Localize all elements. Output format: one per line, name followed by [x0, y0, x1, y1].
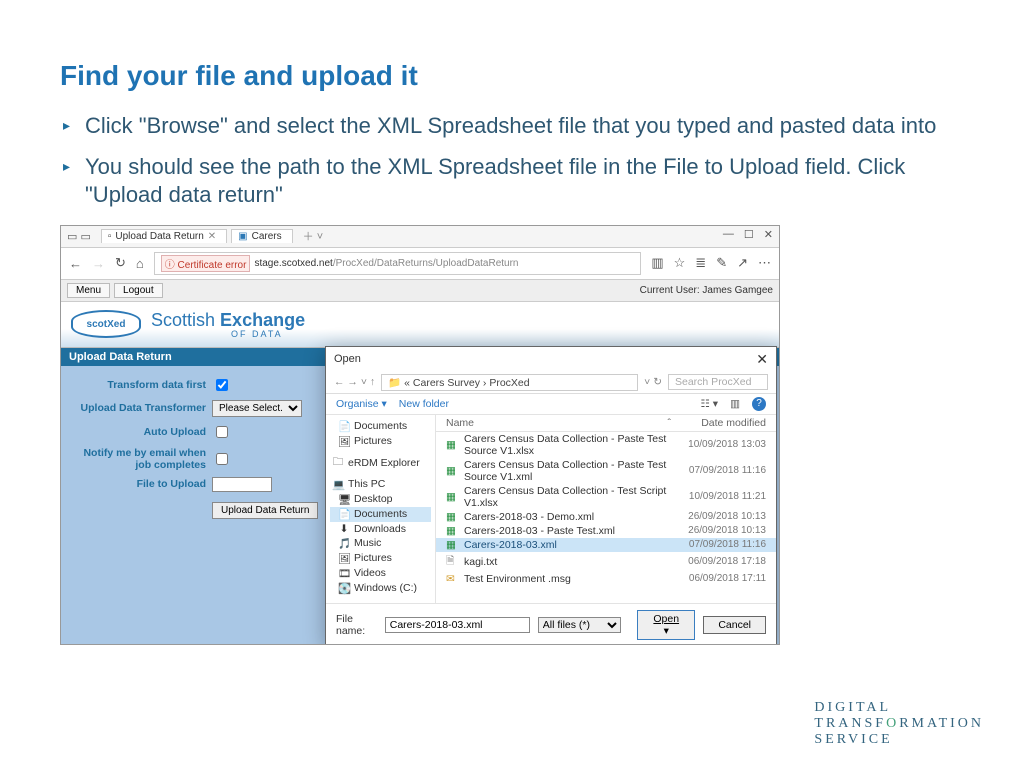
transform-checkbox[interactable]	[216, 379, 228, 391]
tab-favicon-icon: ▫	[108, 231, 112, 242]
view-mode-icon[interactable]: ☷ ▾	[700, 398, 718, 410]
sidebar-item[interactable]: 📄Documents	[330, 419, 431, 434]
file-row[interactable]: ✉Test Environment .msg06/09/2018 17:11	[436, 572, 776, 586]
nav-forward-icon: →	[92, 256, 105, 271]
auto-upload-label: Auto Upload	[71, 426, 206, 438]
page-title: Find your file and upload it	[60, 60, 964, 92]
instruction-item: You should see the path to the XML Sprea…	[85, 153, 964, 210]
browser-tab-bar: ▭ ▭ ▫ Upload Data Return ✕ ▣ Carers ＋ ˅ …	[61, 226, 779, 248]
file-row[interactable]: ▦Carers-2018-03.xml07/09/2018 11:16	[436, 538, 776, 552]
file-open-dialog: Open ✕ ← → ˅ ↑ 📁 « Carers Survey › ProcX…	[325, 346, 777, 645]
sidebar-item[interactable]: 🎵Music	[330, 536, 431, 551]
url-input[interactable]: ⓘ Certificate error stage.scotxed.net/Pr…	[154, 252, 642, 275]
tab-label: Carers	[252, 231, 282, 242]
sidebar-item[interactable]: 💽Windows (C:)	[330, 581, 431, 596]
embedded-screenshot: ▭ ▭ ▫ Upload Data Return ✕ ▣ Carers ＋ ˅ …	[60, 225, 780, 645]
browser-tab[interactable]: ▫ Upload Data Return ✕	[101, 229, 227, 243]
file-row[interactable]: ▦Carers-2018-03 - Demo.xml26/09/2018 10:…	[436, 510, 776, 524]
sidebar-item[interactable]: 💻This PC	[330, 477, 431, 492]
transformer-label: Upload Data Transformer	[71, 402, 206, 414]
window-maximize-icon[interactable]: ☐	[744, 228, 754, 241]
file-name-label: File name:	[336, 613, 377, 637]
logout-button[interactable]: Logout	[114, 283, 163, 298]
window-close-icon[interactable]: ✕	[764, 228, 773, 241]
file-filter-select[interactable]: All files (*)	[538, 617, 621, 633]
transformer-select[interactable]: Please Select...	[212, 400, 302, 417]
nav-back-icon[interactable]: ←	[69, 256, 82, 271]
tab-favicon-icon: ▣	[238, 231, 247, 242]
sidebar-item[interactable]: ⬇Downloads	[330, 522, 431, 536]
brand-title: Scottish Exchange	[151, 310, 305, 330]
file-upload-input[interactable]	[212, 477, 272, 492]
file-row[interactable]: ▦Carers Census Data Collection - Test Sc…	[436, 484, 776, 510]
dialog-back-icon[interactable]: ← → ˅ ↑	[334, 376, 375, 388]
upload-data-return-button[interactable]: Upload Data Return	[212, 502, 318, 519]
notes-icon[interactable]: ✎	[716, 255, 727, 271]
file-type-icon: ▦	[446, 465, 460, 477]
file-type-icon: 🗎	[446, 553, 460, 571]
sidebar-item[interactable]: 🖼Pictures	[330, 551, 431, 566]
favorites-list-icon[interactable]: ≣	[695, 255, 706, 271]
file-upload-label: File to Upload	[71, 478, 206, 490]
share-icon[interactable]: ↗	[737, 255, 748, 271]
sidebar-item[interactable]: 🗀eRDM Explorer	[330, 453, 431, 473]
instruction-item: Click "Browse" and select the XML Spread…	[85, 112, 964, 141]
sidebar-item[interactable]: 🖥Desktop	[330, 492, 431, 507]
file-type-icon: ✉	[446, 573, 460, 585]
auto-upload-checkbox[interactable]	[216, 426, 228, 438]
col-header-date[interactable]: Date modified	[671, 417, 766, 429]
app-toolbar: Menu Logout Current User: James Gamgee	[61, 280, 779, 302]
window-minimize-icon[interactable]: —	[723, 228, 734, 241]
browser-tab[interactable]: ▣ Carers	[231, 229, 292, 243]
organize-menu[interactable]: Organise ▾	[336, 398, 387, 410]
file-name-input[interactable]	[385, 617, 530, 633]
transform-label: Transform data first	[71, 379, 206, 391]
certificate-error-badge[interactable]: ⓘ Certificate error	[161, 255, 251, 272]
nav-home-icon[interactable]: ⌂	[136, 256, 144, 271]
sidebar-item[interactable]: 🎞Videos	[330, 566, 431, 581]
brand-subtitle: OF DATA	[231, 329, 305, 339]
sidebar-item[interactable]: 🖼Pictures	[330, 434, 431, 449]
url-host: stage.scotxed.net/ProcXed/DataReturns/Up…	[254, 258, 518, 269]
menu-button[interactable]: Menu	[67, 283, 110, 298]
notify-checkbox[interactable]	[216, 453, 228, 465]
nav-refresh-icon[interactable]: ↻	[115, 255, 126, 271]
footer-logo: DIGITAL TRANSFORMATION SERVICE	[814, 700, 984, 748]
open-button[interactable]: Open ▾	[637, 610, 695, 640]
current-user-label: Current User: James Gamgee	[640, 285, 773, 296]
file-type-icon: ▦	[446, 491, 460, 503]
more-icon[interactable]: ⋯	[758, 255, 771, 271]
file-type-icon: ▦	[446, 511, 460, 523]
reading-view-icon[interactable]: ▥	[651, 255, 663, 271]
sidebar-item[interactable]: 📄Documents	[330, 507, 431, 522]
instruction-list: Click "Browse" and select the XML Spread…	[60, 112, 964, 210]
file-row[interactable]: ▦Carers Census Data Collection - Paste T…	[436, 458, 776, 484]
new-tab-icon[interactable]: ＋ ˅	[303, 228, 323, 244]
favorite-icon[interactable]: ☆	[674, 255, 686, 271]
notify-label: Notify me by email when job completes	[71, 447, 206, 471]
dialog-close-icon[interactable]: ✕	[756, 351, 768, 368]
dialog-sidebar: 📄Documents🖼Pictures🗀eRDM Explorer💻This P…	[326, 415, 436, 603]
dialog-path[interactable]: 📁 « Carers Survey › ProcXed	[381, 374, 638, 391]
brand-banner: scotXed Scottish Exchange OF DATA	[61, 302, 779, 348]
col-header-name[interactable]: Name	[446, 417, 668, 429]
file-row[interactable]: ▦Carers Census Data Collection - Paste T…	[436, 432, 776, 458]
file-row[interactable]: ▦Carers-2018-03 - Paste Test.xml26/09/20…	[436, 524, 776, 538]
browser-address-bar: ← → ↻ ⌂ ⓘ Certificate error stage.scotxe…	[61, 248, 779, 280]
window-system-icons: ▭ ▭	[67, 230, 91, 243]
help-icon[interactable]: ?	[752, 397, 766, 411]
file-type-icon: ▦	[446, 525, 460, 537]
preview-pane-icon[interactable]: ▥	[730, 398, 740, 410]
file-list: Name ˆ Date modified ▦Carers Census Data…	[436, 415, 776, 603]
new-folder-button[interactable]: New folder	[399, 398, 449, 410]
cancel-button[interactable]: Cancel	[703, 616, 766, 634]
dialog-search-input[interactable]: Search ProcXed	[668, 374, 768, 390]
dialog-title: Open	[334, 353, 361, 365]
file-type-icon: ▦	[446, 539, 460, 551]
tab-close-icon[interactable]: ✕	[208, 231, 216, 242]
tab-label: Upload Data Return	[115, 231, 203, 242]
file-row[interactable]: 🗎kagi.txt06/09/2018 17:18	[436, 552, 776, 572]
scotxed-logo-icon: scotXed	[71, 310, 141, 338]
file-type-icon: ▦	[446, 439, 460, 451]
